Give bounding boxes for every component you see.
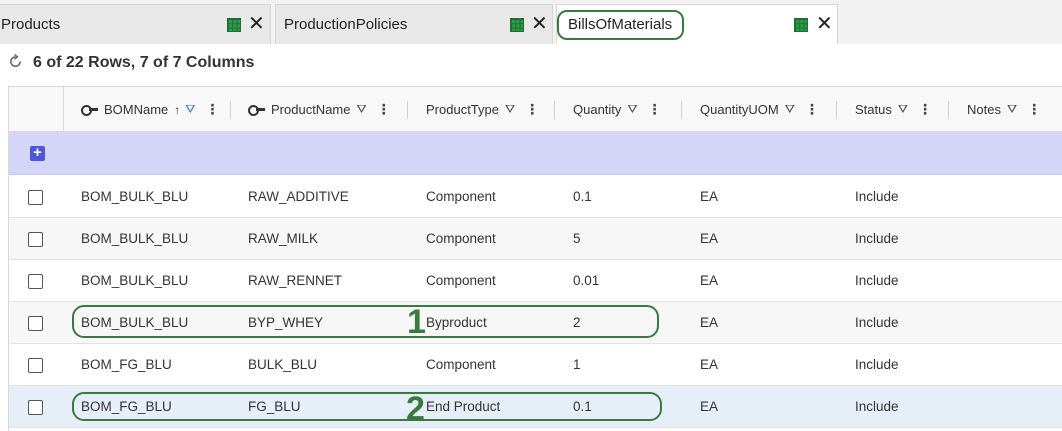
table-row[interactable]: BOM_BULK_BLU RAW_MILK Component 5 EA Include (9, 218, 1062, 260)
column-label: QuantityUOM (700, 102, 779, 117)
table-row[interactable]: BOM_BULK_BLU RAW_RENNET Component 0.01 EA Inc… (9, 260, 1062, 302)
tab-label: Products (1, 16, 61, 33)
active-tab-highlight (557, 10, 684, 40)
tab-products[interactable]: Products ✕ (0, 4, 271, 44)
filter-icon[interactable]: ⛛ (505, 102, 515, 117)
column-header-producttype[interactable]: ProductType ⛛ ⋮ (426, 87, 539, 132)
row-checkbox[interactable] (28, 232, 43, 247)
column-menu-icon[interactable]: ⋮ (205, 101, 219, 118)
annotation-number-2: 2 (406, 390, 425, 428)
cell-producttype[interactable]: Component (426, 218, 496, 260)
column-menu-icon[interactable]: ⋮ (377, 101, 391, 118)
tab-bar: Products ✕ ProductionPolicies ✕ BillsOfM… (0, 0, 1062, 44)
row-count-label: 6 of 22 Rows, 7 of 7 Columns (33, 54, 255, 71)
cell-quantity[interactable]: 1 (573, 344, 581, 386)
data-grid: BOMName ↑ ⛛ ⋮ ProductName ⛛ ⋮ ProductTyp… (8, 86, 1062, 431)
column-header-notes[interactable]: Notes ⛛ ⋮ (967, 87, 1041, 132)
cell-productname[interactable]: BULK_BLU (248, 344, 317, 386)
column-header-quantity[interactable]: Quantity ⛛ ⋮ (573, 87, 662, 132)
column-label: Quantity (573, 102, 622, 117)
annotation-highlight-1 (72, 305, 659, 338)
divider (554, 101, 555, 119)
row-checkbox[interactable] (28, 274, 43, 289)
cell-quantityuom[interactable]: EA (700, 260, 718, 302)
column-label: BOMName (104, 102, 169, 117)
close-icon[interactable]: ✕ (248, 13, 265, 35)
filter-icon[interactable]: ⛛ (898, 102, 908, 117)
divider (230, 101, 231, 119)
cell-bomname[interactable]: BOM_BULK_BLU (81, 260, 188, 302)
cell-bomname[interactable]: BOM_BULK_BLU (81, 176, 188, 218)
cell-producttype[interactable]: Component (426, 260, 496, 302)
row-checkbox[interactable] (28, 190, 43, 205)
row-checkbox[interactable] (28, 358, 43, 373)
cell-status[interactable]: Include (855, 218, 899, 260)
close-icon[interactable]: ✕ (531, 13, 548, 35)
divider (836, 101, 837, 119)
cell-quantity[interactable]: 0.01 (573, 260, 599, 302)
table-row[interactable]: BOM_FG_BLU BULK_BLU Component 1 EA Include (9, 344, 1062, 386)
cell-bomname[interactable]: BOM_FG_BLU (81, 344, 172, 386)
row-checkbox[interactable] (28, 316, 43, 331)
column-label: ProductName (271, 102, 351, 117)
divider (63, 87, 64, 132)
column-header-quantityuom[interactable]: QuantityUOM ⛛ ⋮ (700, 87, 819, 132)
cell-productname[interactable]: RAW_ADDITIVE (248, 176, 349, 218)
divider (681, 101, 682, 119)
column-menu-icon[interactable]: ⋮ (1027, 101, 1041, 118)
table-icon (227, 18, 241, 32)
filter-icon[interactable]: ⛛ (356, 102, 366, 117)
sort-ascending-icon[interactable]: ↑ (174, 103, 180, 117)
tab-productionpolicies[interactable]: ProductionPolicies ✕ (275, 4, 553, 44)
cell-status[interactable]: Include (855, 386, 899, 428)
column-header-bomname[interactable]: BOMName ↑ ⛛ ⋮ (81, 87, 219, 132)
divider (948, 101, 949, 119)
add-row-bar: + (9, 132, 1062, 175)
column-menu-icon[interactable]: ⋮ (525, 101, 539, 118)
cell-bomname[interactable]: BOM_BULK_BLU (81, 218, 188, 260)
key-icon (248, 105, 265, 116)
cell-quantityuom[interactable]: EA (700, 176, 718, 218)
column-label: ProductType (426, 102, 499, 117)
annotation-number-1: 1 (407, 303, 426, 341)
table-row[interactable]: BOM_BULK_BLU RAW_ADDITIVE Component 0.1 EA In… (9, 176, 1062, 218)
cell-quantityuom[interactable]: EA (700, 218, 718, 260)
cell-quantityuom[interactable]: EA (700, 302, 718, 344)
table-icon (510, 18, 524, 32)
filter-icon[interactable]: ⛛ (1007, 102, 1017, 117)
cell-quantityuom[interactable]: EA (700, 386, 718, 428)
column-menu-icon[interactable]: ⋮ (918, 101, 932, 118)
column-header-status[interactable]: Status ⛛ ⋮ (855, 87, 932, 132)
column-menu-icon[interactable]: ⋮ (648, 101, 662, 118)
close-icon[interactable]: ✕ (816, 13, 833, 35)
cell-status[interactable]: Include (855, 344, 899, 386)
tab-label: ProductionPolicies (284, 16, 408, 33)
cell-quantityuom[interactable]: EA (700, 344, 718, 386)
cell-quantity[interactable]: 0.1 (573, 176, 592, 218)
cell-status[interactable]: Include (855, 302, 899, 344)
cell-status[interactable]: Include (855, 260, 899, 302)
filter-icon[interactable]: ⛛ (785, 102, 795, 117)
filter-icon[interactable]: ⛛ (185, 102, 195, 117)
cell-productname[interactable]: RAW_MILK (248, 218, 318, 260)
column-menu-icon[interactable]: ⋮ (805, 101, 819, 118)
cell-status[interactable]: Include (855, 176, 899, 218)
row-checkbox[interactable] (28, 400, 43, 415)
key-icon (81, 105, 98, 116)
cell-producttype[interactable]: Component (426, 344, 496, 386)
annotation-highlight-2 (72, 392, 662, 421)
refresh-icon[interactable] (8, 54, 23, 69)
column-label: Status (855, 102, 892, 117)
filter-icon[interactable]: ⛛ (627, 102, 637, 117)
divider (407, 101, 408, 119)
add-row-button[interactable]: + (30, 145, 45, 161)
grid-header: BOMName ↑ ⛛ ⋮ ProductName ⛛ ⋮ ProductTyp… (9, 87, 1062, 132)
table-icon (794, 18, 808, 32)
cell-productname[interactable]: RAW_RENNET (248, 260, 342, 302)
cell-quantity[interactable]: 5 (573, 218, 581, 260)
cell-producttype[interactable]: Component (426, 176, 496, 218)
column-label: Notes (967, 102, 1001, 117)
column-header-productname[interactable]: ProductName ⛛ ⋮ (248, 87, 391, 132)
